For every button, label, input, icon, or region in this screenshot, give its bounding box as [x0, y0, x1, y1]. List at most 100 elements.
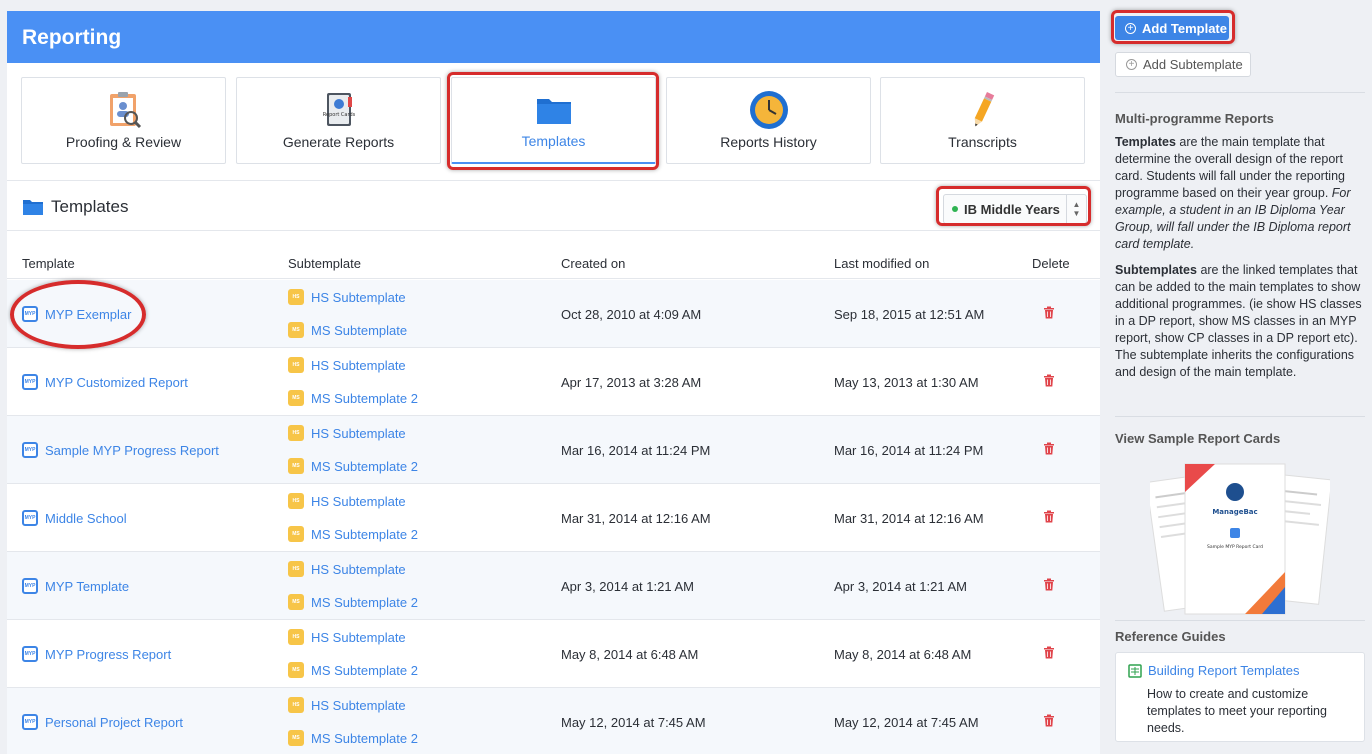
subtemplate-link-ms[interactable]: MS MS Subtemplate 2: [288, 458, 418, 474]
trash-icon[interactable]: [1043, 578, 1055, 594]
plus-circle-icon: +: [1126, 59, 1137, 70]
add-template-button[interactable]: + Add Template: [1115, 16, 1229, 40]
tile-label: Templates: [521, 133, 586, 149]
programme-select-value: IB Middle Years: [964, 201, 1060, 217]
tile-generate-reports[interactable]: Report Cards Generate Reports: [236, 77, 441, 164]
status-dot: [952, 206, 958, 212]
main-panel: Reporting Proofing & Review Report Cards…: [7, 11, 1100, 754]
subtemplate-link-ms[interactable]: MS MS Subtemplate 2: [288, 390, 418, 406]
template-name: MYP Exemplar: [45, 306, 132, 322]
templates-description: Templates are the main template that det…: [1115, 134, 1365, 253]
subtemplate-link-hs[interactable]: HS HS Subtemplate: [288, 561, 406, 577]
last-modified-on: May 13, 2013 at 1:30 AM: [834, 375, 979, 390]
table-row: MYP Personal Project Report HS HS Subtem…: [7, 688, 1100, 754]
chevron-up-down-icon: ▲ ▼: [1066, 195, 1086, 223]
template-link[interactable]: MYP Personal Project Report: [22, 714, 183, 730]
tile-label: Reports History: [720, 134, 817, 150]
subtemplate-badge-icon: MS: [288, 390, 304, 406]
tile-label: Transcripts: [948, 134, 1017, 150]
subtemplate-link-ms[interactable]: MS MS Subtemplate 2: [288, 730, 418, 746]
subtemplate-link-ms[interactable]: MS MS Subtemplate 2: [288, 594, 418, 610]
template-link[interactable]: MYP MYP Template: [22, 578, 129, 594]
subtemplates-text: are the linked templates that can be add…: [1115, 263, 1362, 379]
last-modified-on: Mar 16, 2014 at 11:24 PM: [834, 443, 984, 458]
table-divider: [7, 230, 1100, 231]
table-header: Template Subtemplate Created on Last mod…: [7, 255, 1100, 279]
sample-brand-text: ManageBac: [1212, 508, 1257, 516]
subtemplate-name: HS Subtemplate: [311, 289, 406, 305]
col-template: Template: [22, 256, 75, 271]
subtemplate-link-hs[interactable]: HS HS Subtemplate: [288, 629, 406, 645]
subtemplate-name: HS Subtemplate: [311, 629, 406, 645]
subtemplates-description: Subtemplates are the linked templates th…: [1115, 262, 1365, 381]
report-cards-book-icon: Report Cards: [237, 90, 440, 130]
template-name: Sample MYP Progress Report: [45, 442, 219, 458]
tile-templates[interactable]: Templates: [451, 77, 656, 164]
programme-select[interactable]: IB Middle Years ▲ ▼: [943, 194, 1087, 224]
tile-reports-history[interactable]: Reports History: [666, 77, 871, 164]
subtemplate-badge-icon: HS: [288, 561, 304, 577]
subtemplate-name: MS Subtemplate 2: [311, 390, 418, 406]
add-subtemplate-button[interactable]: + Add Subtemplate: [1115, 52, 1251, 77]
clock-icon: [667, 90, 870, 130]
template-badge-icon: MYP: [22, 510, 38, 526]
sidebar-divider: [1115, 92, 1365, 93]
section-divider: [7, 180, 1100, 181]
col-subtemplate: Subtemplate: [288, 256, 361, 271]
subtemplate-link-hs[interactable]: HS HS Subtemplate: [288, 493, 406, 509]
sample-report-cards-heading: View Sample Report Cards: [1115, 431, 1281, 446]
template-link[interactable]: MYP MYP Exemplar: [22, 306, 131, 322]
subtemplate-link-ms[interactable]: MS MS Subtemplate 2: [288, 526, 418, 542]
template-name: Middle School: [45, 510, 127, 526]
subtemplate-link-ms[interactable]: MS MS Subtemplate: [288, 322, 407, 338]
subtemplate-badge-icon: HS: [288, 697, 304, 713]
template-link[interactable]: MYP Sample MYP Progress Report: [22, 442, 219, 458]
subtemplate-name: HS Subtemplate: [311, 493, 406, 509]
template-link[interactable]: MYP MYP Progress Report: [22, 646, 171, 662]
subtemplate-name: HS Subtemplate: [311, 561, 406, 577]
table-row: MYP MYP Exemplar HS HS Subtemplate MS MS…: [7, 280, 1100, 348]
last-modified-on: Sep 18, 2015 at 12:51 AM: [834, 307, 985, 322]
col-delete: Delete: [1032, 256, 1070, 271]
subtemplate-badge-icon: MS: [288, 594, 304, 610]
subtemplate-badge-icon: HS: [288, 629, 304, 645]
subtemplate-link-ms[interactable]: MS MS Subtemplate 2: [288, 662, 418, 678]
subtemplate-name: MS Subtemplate 2: [311, 730, 418, 746]
subtemplate-name: HS Subtemplate: [311, 425, 406, 441]
add-subtemplate-label: Add Subtemplate: [1143, 57, 1243, 72]
folder-icon: [23, 200, 43, 215]
sample-caption-text: Sample MYP Report Card: [1207, 544, 1263, 550]
tile-label: Proofing & Review: [65, 134, 182, 150]
template-link[interactable]: MYP Middle School: [22, 510, 127, 526]
template-badge-icon: MYP: [22, 578, 38, 594]
subtemplate-name: MS Subtemplate 2: [311, 594, 418, 610]
subtemplate-link-hs[interactable]: HS HS Subtemplate: [288, 425, 406, 441]
pencil-icon: [881, 90, 1084, 130]
subtemplate-link-hs[interactable]: HS HS Subtemplate: [288, 289, 406, 305]
subtemplate-name: MS Subtemplate 2: [311, 526, 418, 542]
subtemplate-badge-icon: HS: [288, 357, 304, 373]
sidebar-divider: [1115, 620, 1365, 621]
sample-report-card-image[interactable]: ManageBac Sample MYP Report Card: [1145, 462, 1333, 617]
trash-icon[interactable]: [1043, 714, 1055, 730]
last-modified-on: May 12, 2014 at 7:45 AM: [834, 715, 979, 730]
subtemplate-link-hs[interactable]: HS HS Subtemplate: [288, 697, 406, 713]
template-badge-icon: MYP: [22, 374, 38, 390]
trash-icon[interactable]: [1043, 306, 1055, 322]
building-report-templates-link[interactable]: Building Report Templates: [1128, 663, 1300, 678]
trash-icon[interactable]: [1043, 646, 1055, 662]
trash-icon[interactable]: [1043, 510, 1055, 526]
subtemplate-badge-icon: HS: [288, 493, 304, 509]
created-on: May 12, 2014 at 7:45 AM: [561, 715, 706, 730]
template-link[interactable]: MYP MYP Customized Report: [22, 374, 188, 390]
reference-guide-card: Building Report Templates How to create …: [1115, 652, 1365, 742]
trash-icon[interactable]: [1043, 442, 1055, 458]
trash-icon[interactable]: [1043, 374, 1055, 390]
subtemplate-name: MS Subtemplate: [311, 322, 408, 338]
tile-transcripts[interactable]: Transcripts: [880, 77, 1085, 164]
template-badge-icon: MYP: [22, 714, 38, 730]
tile-proofing-review[interactable]: Proofing & Review: [21, 77, 226, 164]
proofing-review-icon: [22, 90, 225, 130]
multi-programme-heading: Multi-programme Reports: [1115, 111, 1274, 126]
subtemplate-link-hs[interactable]: HS HS Subtemplate: [288, 357, 406, 373]
